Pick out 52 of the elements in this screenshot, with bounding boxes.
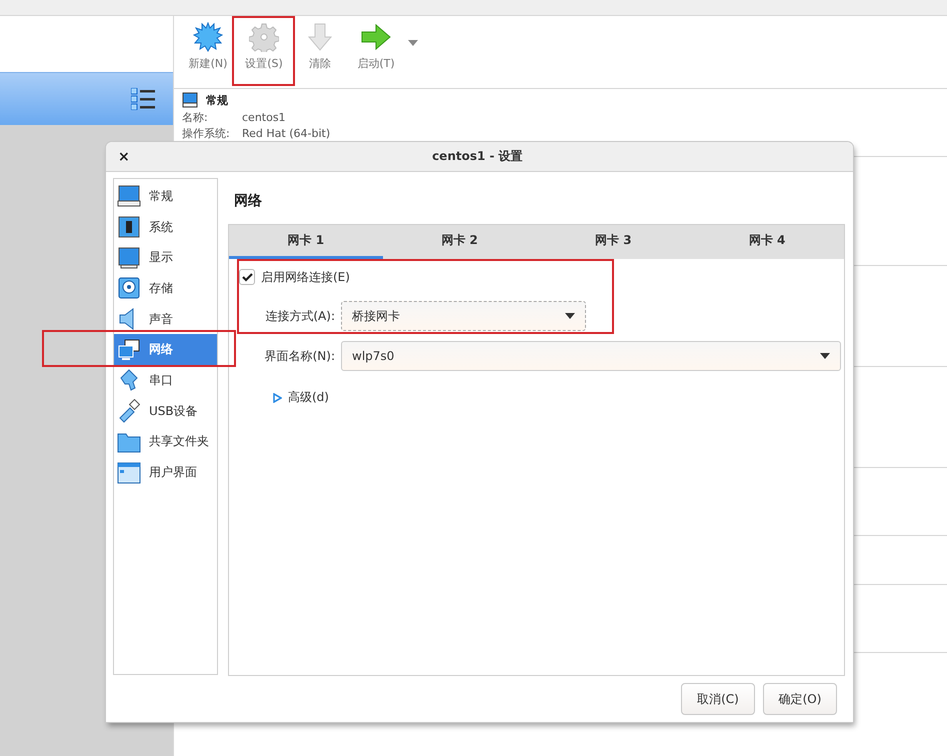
toolbar-button[interactable]: 新建(N) bbox=[180, 22, 236, 71]
toolbar-button[interactable]: 清除 bbox=[292, 22, 348, 71]
field-label: 操作系统: bbox=[182, 126, 231, 141]
category-item[interactable]: 网络 bbox=[114, 334, 217, 366]
caret-icon[interactable] bbox=[408, 40, 418, 46]
dialog-button[interactable]: 取消(C) bbox=[681, 683, 755, 715]
field-label: 名称: bbox=[182, 110, 209, 125]
adapter-tab[interactable]: 网卡 4 bbox=[690, 225, 844, 259]
annotation-box bbox=[232, 16, 295, 86]
category-item[interactable]: 声音 bbox=[114, 304, 217, 334]
usb-icon bbox=[117, 399, 141, 424]
adapter-tab[interactable]: 网卡 3 bbox=[536, 225, 690, 259]
monitor-icon bbox=[117, 184, 141, 208]
window-icon bbox=[117, 460, 141, 485]
window-title: centos1 - 设置 bbox=[431, 148, 524, 165]
category-item[interactable]: USB设备 bbox=[114, 396, 217, 426]
field-label: 连接方式(A): bbox=[264, 308, 336, 324]
dialog-button[interactable]: 确定(O) bbox=[763, 683, 837, 715]
right-arrow-icon bbox=[360, 22, 392, 52]
category-item[interactable]: 系统 bbox=[114, 212, 217, 242]
display-icon bbox=[117, 246, 141, 270]
section-title: 常规 bbox=[206, 92, 228, 108]
field-value: Red Hat (64-bit) bbox=[242, 127, 330, 140]
checkbox[interactable] bbox=[239, 269, 255, 285]
list-view-icon[interactable] bbox=[131, 88, 155, 110]
close-button[interactable]: × bbox=[114, 148, 134, 164]
category-item[interactable]: 存储 bbox=[114, 273, 217, 304]
chip-icon bbox=[117, 215, 141, 240]
category-item[interactable]: 用户界面 bbox=[114, 457, 217, 488]
field-value: centos1 bbox=[242, 111, 286, 124]
dropdown-arrow-icon bbox=[565, 313, 575, 319]
category-item[interactable]: 常规 bbox=[114, 181, 217, 212]
toolbar-button[interactable]: 设置(S) bbox=[236, 22, 292, 71]
category-item[interactable]: 共享文件夹 bbox=[114, 426, 217, 458]
category-item[interactable]: 显示 bbox=[114, 242, 217, 274]
monitor-icon bbox=[182, 92, 198, 108]
category-item[interactable]: 串口 bbox=[114, 365, 217, 396]
down-arrow-icon bbox=[305, 22, 335, 52]
field-label: 界面名称(N): bbox=[264, 348, 336, 364]
dropdown-arrow-icon bbox=[820, 353, 830, 359]
toolbar-button[interactable]: 启动(T) bbox=[348, 22, 404, 71]
attached-to-dropdown[interactable]: 桥接网卡 bbox=[341, 301, 586, 331]
page-title: 网络 bbox=[233, 192, 263, 211]
triangle-icon bbox=[273, 392, 282, 402]
network-icon bbox=[117, 338, 141, 362]
settings-icon bbox=[249, 22, 279, 52]
adapter-tab[interactable]: 网卡 1 bbox=[229, 225, 383, 259]
interface-name-dropdown[interactable]: wlp7s0 bbox=[341, 341, 841, 371]
checkbox-label: 启用网络连接(E) bbox=[261, 268, 350, 286]
starburst-icon bbox=[193, 22, 223, 52]
advanced-toggle[interactable]: 高级(d) bbox=[273, 389, 844, 406]
adapter-tab[interactable]: 网卡 2 bbox=[382, 225, 536, 259]
